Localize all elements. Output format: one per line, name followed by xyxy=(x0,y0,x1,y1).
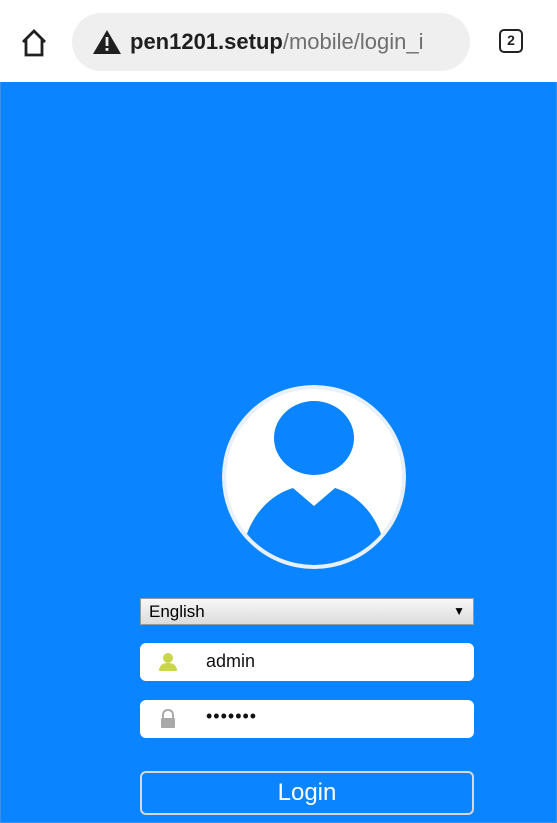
password-value: ••••••• xyxy=(206,706,258,726)
url-path: /mobile/login_i xyxy=(282,29,424,54)
home-button[interactable] xyxy=(19,28,49,58)
tab-count: 2 xyxy=(507,32,515,48)
language-select[interactable]: English ▼ xyxy=(140,598,474,625)
url-text: pen1201.setup/mobile/login_i xyxy=(130,29,423,55)
language-value: English xyxy=(149,602,205,621)
dropdown-arrow-icon: ▼ xyxy=(453,604,465,618)
user-avatar-icon xyxy=(222,385,406,569)
tabs-button[interactable]: 2 xyxy=(499,29,523,53)
username-value: admin xyxy=(206,651,256,671)
login-button[interactable]: Login xyxy=(140,771,474,815)
username-field[interactable]: admin xyxy=(140,643,474,681)
user-icon xyxy=(159,653,177,671)
warning-icon xyxy=(93,30,121,54)
browser-toolbar: pen1201.setup/mobile/login_i 2 xyxy=(0,0,557,82)
lock-icon xyxy=(161,709,175,728)
url-host: pen1201.setup xyxy=(130,29,283,54)
address-bar[interactable]: pen1201.setup/mobile/login_i xyxy=(72,13,470,71)
home-icon xyxy=(22,29,46,57)
password-field[interactable]: ••••••• xyxy=(140,700,474,738)
